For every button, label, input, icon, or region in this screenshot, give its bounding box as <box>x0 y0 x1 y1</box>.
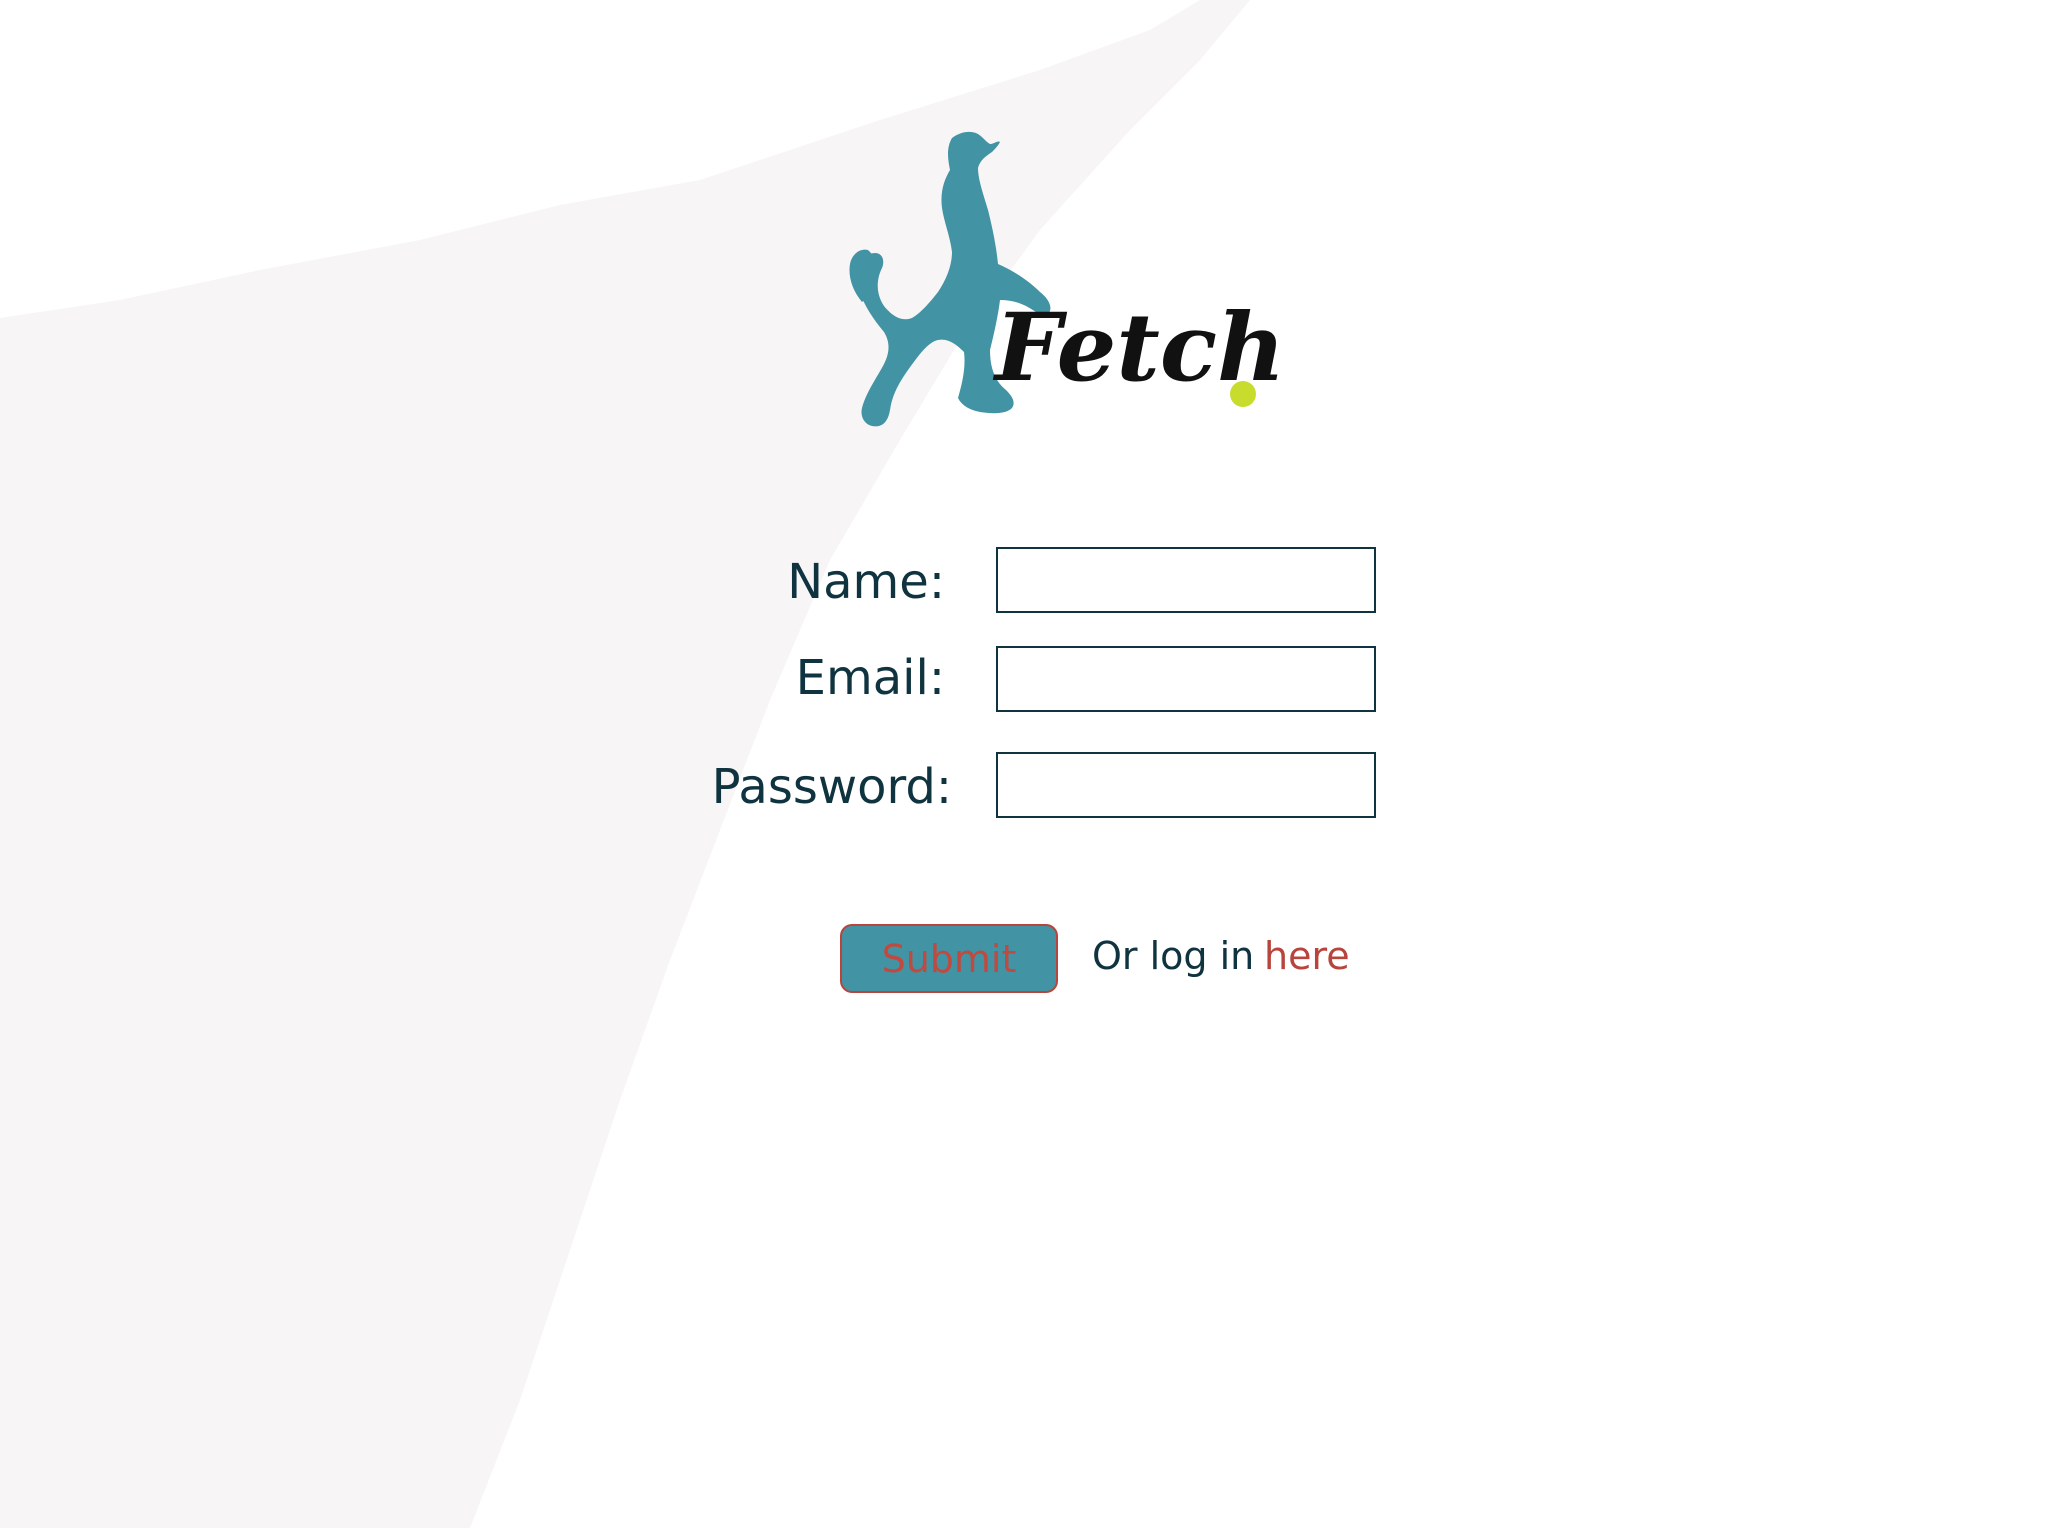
login-link[interactable]: here <box>1264 937 1350 975</box>
email-label: Email: <box>795 650 945 706</box>
submit-button[interactable]: Submit <box>840 924 1058 993</box>
password-field[interactable] <box>996 752 1376 818</box>
signup-page: Fetch Name: Email: Password: Submit Or l… <box>0 0 2066 1528</box>
login-prompt: Or log in <box>1092 934 1255 978</box>
name-label: Name: <box>787 554 945 610</box>
name-field[interactable] <box>996 547 1376 613</box>
password-label: Password: <box>711 759 952 815</box>
signup-form: Name: Email: Password: Submit Or log in … <box>0 0 2066 1528</box>
email-field[interactable] <box>996 646 1376 712</box>
